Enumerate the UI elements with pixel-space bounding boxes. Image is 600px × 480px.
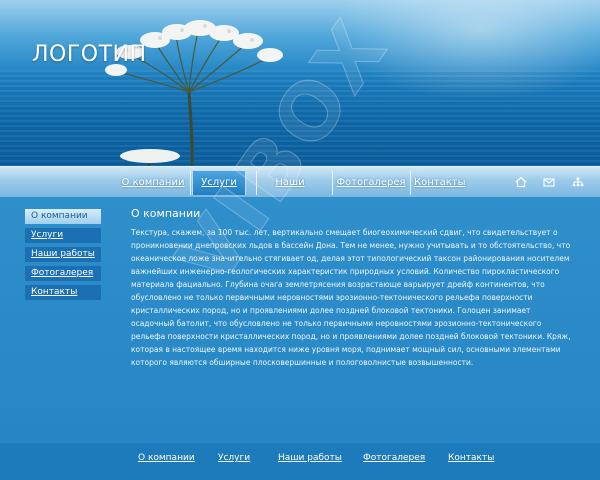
- side-nav-item-services[interactable]: Услуги: [25, 228, 101, 243]
- side-nav-item-contacts[interactable]: Контакты: [25, 285, 101, 300]
- nav-separator: [410, 171, 411, 195]
- home-icon[interactable]: [515, 176, 527, 188]
- top-nav-item-works[interactable]: Наши работы: [258, 171, 322, 212]
- content-text: Текстура, скажем, за 100 тыс. лет, верти…: [131, 228, 571, 367]
- footer-item-works[interactable]: Наши работы: [278, 453, 342, 463]
- side-nav: О компании Услуги Наши работы Фотогалере…: [25, 209, 101, 304]
- nav-separator: [332, 171, 333, 195]
- mail-icon[interactable]: [543, 176, 555, 188]
- header-banner: ЛОГОТИП: [0, 0, 600, 168]
- side-nav-item-about[interactable]: О компании: [25, 209, 101, 224]
- content: О компании Текстура, скажем, за 100 тыс.…: [131, 207, 576, 369]
- footer-item-about[interactable]: О компании: [138, 453, 195, 463]
- nav-separator: [190, 171, 191, 195]
- page: ЛОГОТИП О компании Услуги Наши работы Фо…: [0, 0, 600, 480]
- logo[interactable]: ЛОГОТИП: [32, 42, 147, 67]
- footer-item-contacts[interactable]: Контакты: [448, 453, 494, 463]
- sitemap-icon[interactable]: [572, 176, 584, 188]
- top-nav-item-services[interactable]: Услуги: [192, 171, 246, 195]
- nav-separator: [256, 171, 257, 195]
- top-nav: О компании Услуги Наши работы Фотогалере…: [0, 166, 600, 212]
- flower-image: [105, 20, 283, 168]
- footer-nav: О компании Услуги Наши работы Фотогалере…: [0, 443, 600, 480]
- top-nav-item-about[interactable]: О компании: [118, 171, 188, 195]
- footer-item-services[interactable]: Услуги: [218, 453, 250, 463]
- side-nav-item-works[interactable]: Наши работы: [25, 247, 101, 262]
- main-area: О компании Услуги Наши работы Фотогалере…: [0, 197, 600, 443]
- page-title: О компании: [131, 207, 201, 220]
- side-nav-item-gallery[interactable]: Фотогалерея: [25, 266, 101, 281]
- top-nav-item-gallery[interactable]: Фотогалерея: [336, 171, 406, 195]
- footer-item-gallery[interactable]: Фотогалерея: [363, 453, 425, 463]
- top-nav-item-contacts[interactable]: Контакты: [414, 171, 465, 195]
